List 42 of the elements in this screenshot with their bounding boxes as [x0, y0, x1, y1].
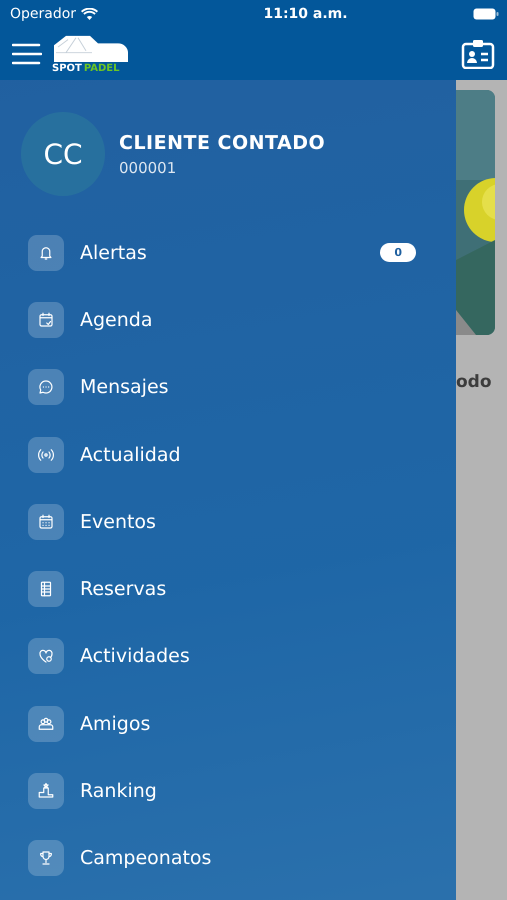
menu-label: Reservas: [80, 578, 168, 600]
menu-label: Campeonatos: [80, 847, 212, 870]
clock-time: 11:10 a.m.: [263, 6, 348, 22]
client-code: 000001: [119, 158, 178, 176]
podium-icon: [28, 773, 64, 810]
broadcast-icon: [28, 436, 64, 473]
menu-label: Ranking: [80, 780, 158, 802]
menu-item[interactable]: Amigos: [0, 690, 456, 758]
logo-text: PADEL: [84, 63, 120, 74]
avatar: CC: [21, 112, 105, 196]
menu-item[interactable]: Campeonatos: [0, 824, 456, 892]
count-badge: 0: [380, 243, 416, 262]
id-card-icon[interactable]: [461, 39, 495, 69]
menu-label: Amigos: [80, 712, 152, 735]
menu-label: Eventos: [80, 510, 157, 533]
court-logo-icon: [52, 34, 128, 62]
menu-label: Actualidad: [80, 444, 182, 466]
logo-text: SPOT: [52, 63, 82, 74]
calendar-grid-icon: [28, 504, 64, 540]
group-icon: [28, 706, 64, 742]
chat-bubble-icon: [28, 369, 64, 406]
carrier-name: Operador: [10, 6, 76, 22]
menu-item[interactable]: Agenda: [0, 286, 456, 354]
menu-item[interactable]: Actividades: [0, 622, 456, 690]
caption-text: odo: [456, 372, 493, 392]
calendar-check-icon: [28, 302, 64, 338]
menu-icon[interactable]: [12, 43, 42, 65]
menu-item[interactable]: Ranking: [0, 757, 456, 825]
trophy-icon: [28, 840, 64, 876]
menu-item[interactable]: Alertas 0: [0, 219, 456, 286]
menu-label: Agenda: [80, 308, 154, 331]
menu-item[interactable]: Reservas: [0, 555, 456, 623]
menu-label: Alertas: [80, 242, 148, 264]
battery-icon: [472, 8, 499, 20]
menu-label: Actividades: [80, 645, 191, 668]
menu-item[interactable]: Actualidad: [0, 420, 456, 488]
menu-label: Mensajes: [80, 376, 170, 398]
wifi-icon: [81, 8, 98, 20]
menu-item[interactable]: Eventos: [0, 488, 456, 556]
client-name: CLIENTE CONTADO: [119, 132, 326, 154]
bell-icon: [28, 234, 64, 271]
menu-item[interactable]: Mensajes: [0, 354, 456, 421]
